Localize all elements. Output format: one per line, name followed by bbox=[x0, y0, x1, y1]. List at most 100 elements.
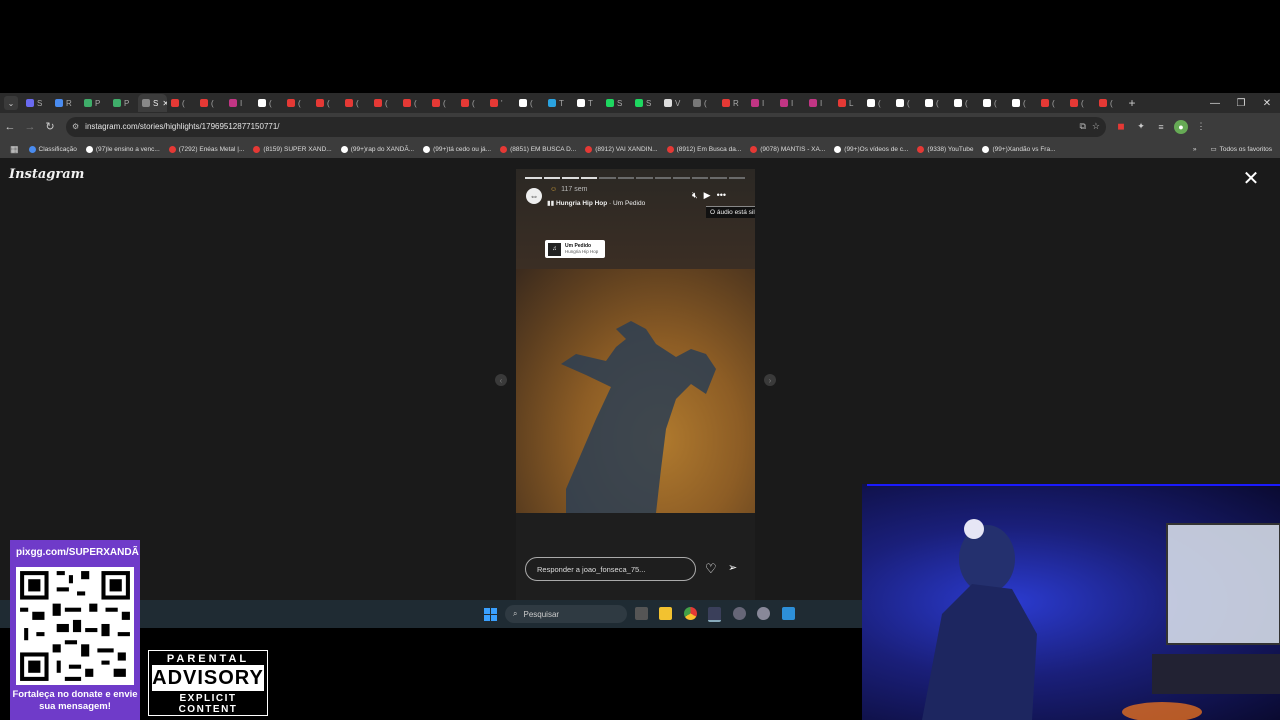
obs-icon[interactable] bbox=[733, 607, 746, 620]
browser-tab[interactable]: ( bbox=[979, 94, 1008, 112]
bookmark-item[interactable]: (99+)tá cedo ou já... bbox=[423, 145, 491, 153]
browser-tab[interactable]: ( bbox=[399, 94, 428, 112]
maximize-button[interactable]: ❐ bbox=[1228, 93, 1254, 113]
send-icon[interactable]: ➢ bbox=[728, 561, 737, 574]
profile-avatar[interactable]: ● bbox=[1174, 119, 1188, 134]
bookmark-item[interactable]: (7292) Enéas Metal |... bbox=[168, 145, 244, 153]
tab-search-button[interactable]: ⌄ bbox=[4, 96, 18, 110]
bookmark-item[interactable]: (99+)rap do XANDÃ... bbox=[340, 145, 414, 153]
browser-tab[interactable]: ( bbox=[196, 94, 225, 112]
story-avatar[interactable]: ⇔ bbox=[526, 188, 542, 204]
browser-tab[interactable]: ( bbox=[950, 94, 979, 112]
install-app-icon[interactable]: ⧉ bbox=[1079, 121, 1085, 132]
tab-favicon-icon bbox=[693, 99, 701, 107]
browser-tab[interactable]: ( bbox=[428, 94, 457, 112]
browser-tab[interactable]: ( bbox=[457, 94, 486, 112]
extension-red-icon[interactable]: ◼ bbox=[1114, 120, 1128, 134]
browser-tab[interactable]: ( bbox=[312, 94, 341, 112]
close-story-button[interactable]: ✕ bbox=[1240, 168, 1262, 190]
site-info-icon[interactable]: ⚙ bbox=[72, 122, 79, 131]
browser-tab[interactable]: T bbox=[544, 94, 573, 112]
browser-tab[interactable]: S bbox=[22, 94, 51, 112]
browser-tab[interactable]: T bbox=[573, 94, 602, 112]
browser-tab[interactable]: ( bbox=[283, 94, 312, 112]
reply-input[interactable]: Responder a joao_fonseca_75... bbox=[525, 557, 696, 581]
back-button[interactable]: ← bbox=[0, 117, 20, 137]
music-sticker[interactable]: ♫ Um Pedido Hungria Hip Hop bbox=[545, 240, 605, 258]
bookmark-item[interactable]: (9078) MANTIS - XA... bbox=[750, 145, 825, 153]
browser-tab[interactable]: ( bbox=[515, 94, 544, 112]
browser-tab[interactable]: I bbox=[225, 94, 254, 112]
all-bookmarks-link[interactable]: Todos os favoritos bbox=[1220, 146, 1272, 153]
bookmark-item[interactable]: (8159) SUPER XAND... bbox=[253, 145, 332, 153]
bookmark-item[interactable]: (8912) Em Busca da... bbox=[666, 145, 741, 153]
mute-icon[interactable]: 🔇︎ bbox=[692, 190, 698, 201]
extensions-icon[interactable]: ✦ bbox=[1134, 120, 1148, 134]
play-icon[interactable]: ▶ bbox=[704, 190, 711, 201]
bookmark-item[interactable]: (99+)Xandão vs Fra... bbox=[982, 145, 1056, 153]
close-window-button[interactable]: ✕ bbox=[1254, 93, 1280, 113]
more-options-icon[interactable]: ••• bbox=[717, 190, 726, 201]
bookmark-item[interactable]: Classificação bbox=[28, 145, 77, 153]
browser-tab[interactable]: L bbox=[834, 94, 863, 112]
task-view-icon[interactable] bbox=[635, 607, 648, 620]
browser-tab[interactable]: ( bbox=[921, 94, 950, 112]
bookmark-item[interactable]: (8912) VAI XANDIN... bbox=[585, 145, 658, 153]
browser-tab[interactable]: I bbox=[776, 94, 805, 112]
search-icon: ⌕ bbox=[513, 609, 518, 618]
chrome-icon[interactable] bbox=[684, 607, 697, 620]
bookmark-star-icon[interactable]: ☆ bbox=[1092, 121, 1100, 132]
bookmark-favicon-icon bbox=[253, 145, 261, 153]
browser-tab[interactable]: I bbox=[747, 94, 776, 112]
settings-icon[interactable] bbox=[757, 607, 770, 620]
browser-tab[interactable]: ( bbox=[254, 94, 283, 112]
browser-tab[interactable]: P bbox=[109, 94, 138, 112]
browser-tab[interactable]: V bbox=[660, 94, 689, 112]
browser-tab[interactable]: S bbox=[631, 94, 660, 112]
media-icon[interactable]: ≡ bbox=[1154, 120, 1168, 134]
browser-tab[interactable]: ( bbox=[370, 94, 399, 112]
browser-tab[interactable]: S ✕ bbox=[138, 94, 167, 112]
tab-favicon-icon bbox=[809, 99, 817, 107]
like-heart-icon[interactable]: ♡ bbox=[705, 561, 717, 577]
browser-tab[interactable]: I bbox=[805, 94, 834, 112]
more-bookmarks-icon[interactable]: » bbox=[1193, 146, 1197, 153]
story-song[interactable]: ▮▮ Hungria Hip Hop · Um Pedido bbox=[547, 199, 645, 207]
previous-story-button[interactable]: ‹ bbox=[495, 374, 507, 386]
browser-tab[interactable]: R bbox=[51, 94, 80, 112]
advisory-line-2: ADVISORY bbox=[152, 665, 264, 691]
browser-tab[interactable]: ' bbox=[486, 94, 515, 112]
app-icon[interactable] bbox=[782, 607, 795, 620]
bookmark-item[interactable]: (8851) EM BUSCA D... bbox=[500, 145, 576, 153]
browser-tab[interactable]: ( bbox=[1037, 94, 1066, 112]
browser-tab[interactable]: ( bbox=[1066, 94, 1095, 112]
new-tab-button[interactable]: + bbox=[1124, 96, 1140, 110]
tab-label: ( bbox=[994, 98, 997, 108]
forward-button[interactable]: → bbox=[20, 117, 40, 137]
minimize-button[interactable]: — bbox=[1202, 93, 1228, 113]
bookmark-favicon-icon bbox=[168, 145, 176, 153]
browser-tab[interactable]: R bbox=[718, 94, 747, 112]
browser-tab[interactable]: ( bbox=[1095, 94, 1124, 112]
bookmark-item[interactable]: (99+)Os vídeos de c... bbox=[834, 145, 908, 153]
browser-tab[interactable]: ( bbox=[1008, 94, 1037, 112]
steam-icon[interactable] bbox=[708, 607, 721, 622]
windows-start-icon[interactable] bbox=[484, 608, 497, 621]
next-story-button[interactable]: › bbox=[764, 374, 776, 386]
browser-tab[interactable]: ( bbox=[167, 94, 196, 112]
more-menu-icon[interactable]: ⋮ bbox=[1194, 120, 1208, 134]
instagram-logo[interactable]: Instagram bbox=[9, 167, 84, 182]
browser-tab[interactable]: ( bbox=[892, 94, 921, 112]
taskbar-search[interactable]: ⌕ Pesquisar bbox=[505, 605, 627, 623]
bookmark-item[interactable]: (97)le ensino a venc... bbox=[85, 145, 160, 153]
file-explorer-icon[interactable] bbox=[659, 607, 672, 620]
reload-button[interactable]: ↻ bbox=[40, 117, 60, 137]
browser-tab[interactable]: ( bbox=[341, 94, 370, 112]
browser-tab[interactable]: S bbox=[602, 94, 631, 112]
address-bar[interactable]: ⚙ instagram.com/stories/highlights/17969… bbox=[66, 116, 1106, 137]
browser-tab[interactable]: P bbox=[80, 94, 109, 112]
apps-grid-icon[interactable]: ▦ bbox=[10, 144, 19, 155]
browser-tab[interactable]: ( bbox=[863, 94, 892, 112]
browser-tab[interactable]: ( bbox=[689, 94, 718, 112]
bookmark-item[interactable]: (9338) YouTube bbox=[917, 145, 973, 153]
